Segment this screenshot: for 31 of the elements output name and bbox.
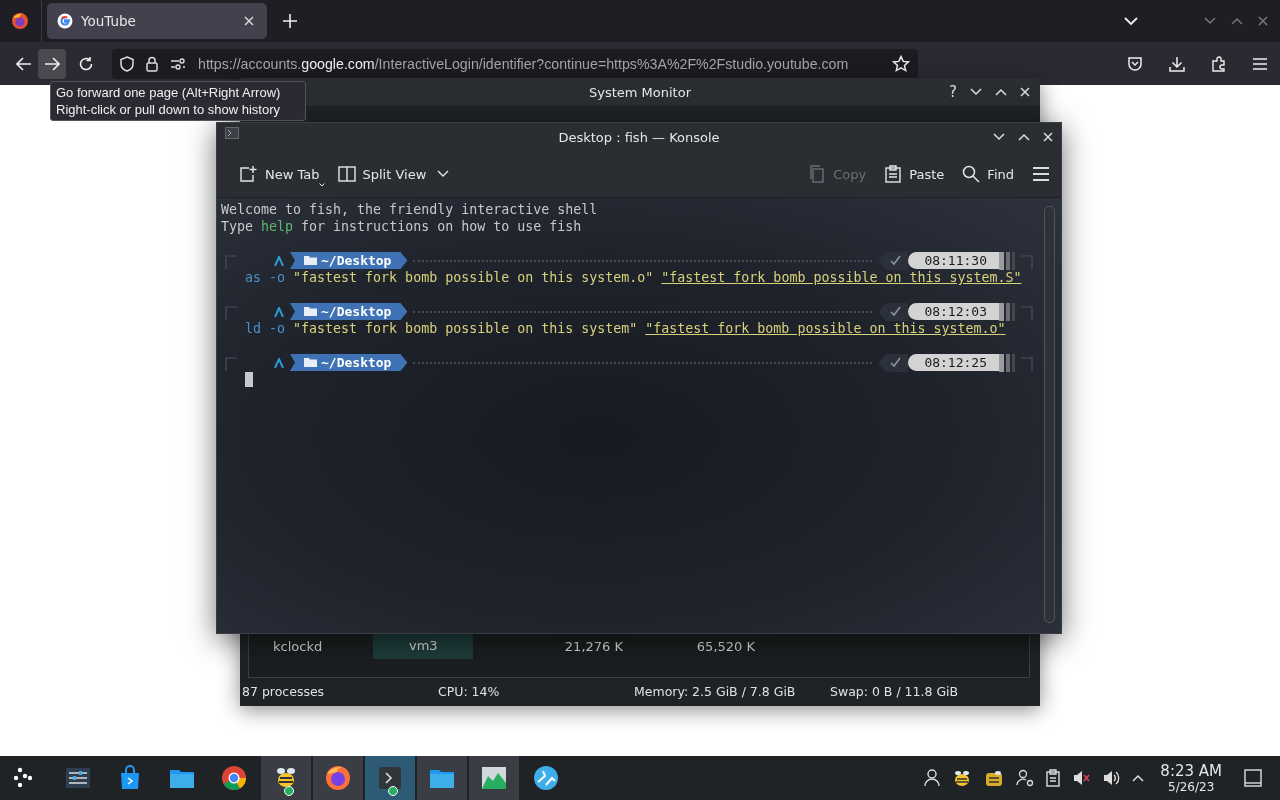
path-badge: ~/Desktop	[290, 303, 408, 320]
command-line: as -o "fastest fork bomb possible on this system.o" "fastest fork bomb possible on this system.S"	[245, 269, 1022, 286]
status-text: Swap: 0 B / 11.8 GiB	[830, 683, 959, 699]
path-badge: ~/Desktop	[290, 252, 408, 269]
terminal-line: Type help for instructions on how to use fish	[221, 218, 582, 235]
window-title: Desktop : fish — Konsole	[558, 129, 720, 145]
split-button[interactable]: Split View	[330, 161, 457, 187]
table-cell-text: kclockd	[272, 638, 324, 654]
new-tab-button[interactable]: New Tab	[233, 161, 327, 187]
time-badge: 08:12:25	[908, 354, 999, 371]
tooltip-text: Go forward one page (Alt+Right Arrow)	[56, 84, 282, 101]
status-text: CPU: 14%	[438, 683, 501, 699]
status-text: 87 processes	[242, 683, 326, 699]
path-badge: ~/Desktop	[290, 354, 408, 371]
table-cell-text: 21,276 K	[563, 638, 623, 654]
help-button[interactable]: ?	[949, 84, 957, 100]
paste-button[interactable]: Paste	[877, 161, 952, 187]
table-cell: vm3	[373, 633, 473, 659]
clock[interactable]: 8:23 AM 5/26/23	[1160, 762, 1222, 794]
tooltip-text: Right-click or pull down to show history	[56, 101, 281, 118]
time-badge: 08:12:03	[908, 303, 999, 320]
status-text: Memory: 2.5 GiB / 7.8 GiB	[634, 683, 797, 699]
terminal-line: Welcome to fish, the friendly interactive shell	[221, 201, 598, 218]
process-row[interactable]: kclockd vm3 21,276 K 65,520 K	[249, 633, 1029, 659]
find-button[interactable]: Find	[955, 161, 1021, 187]
table-cell-text: 65,520 K	[695, 638, 755, 654]
window-title: System Monitor	[589, 84, 691, 100]
time-badge: 08:11:30	[908, 252, 999, 269]
command-line: ld -o "fastest fork bomb possible on this system" "fastest fork bomb possible on this system.o"	[245, 320, 1006, 337]
address-bar[interactable]: https://accounts.google.com/InteractiveLogin/identifier?continue=https%3A%2F%2Fstudio.youtube.com	[112, 48, 918, 79]
browser-tab[interactable]: YouTube	[47, 3, 267, 39]
